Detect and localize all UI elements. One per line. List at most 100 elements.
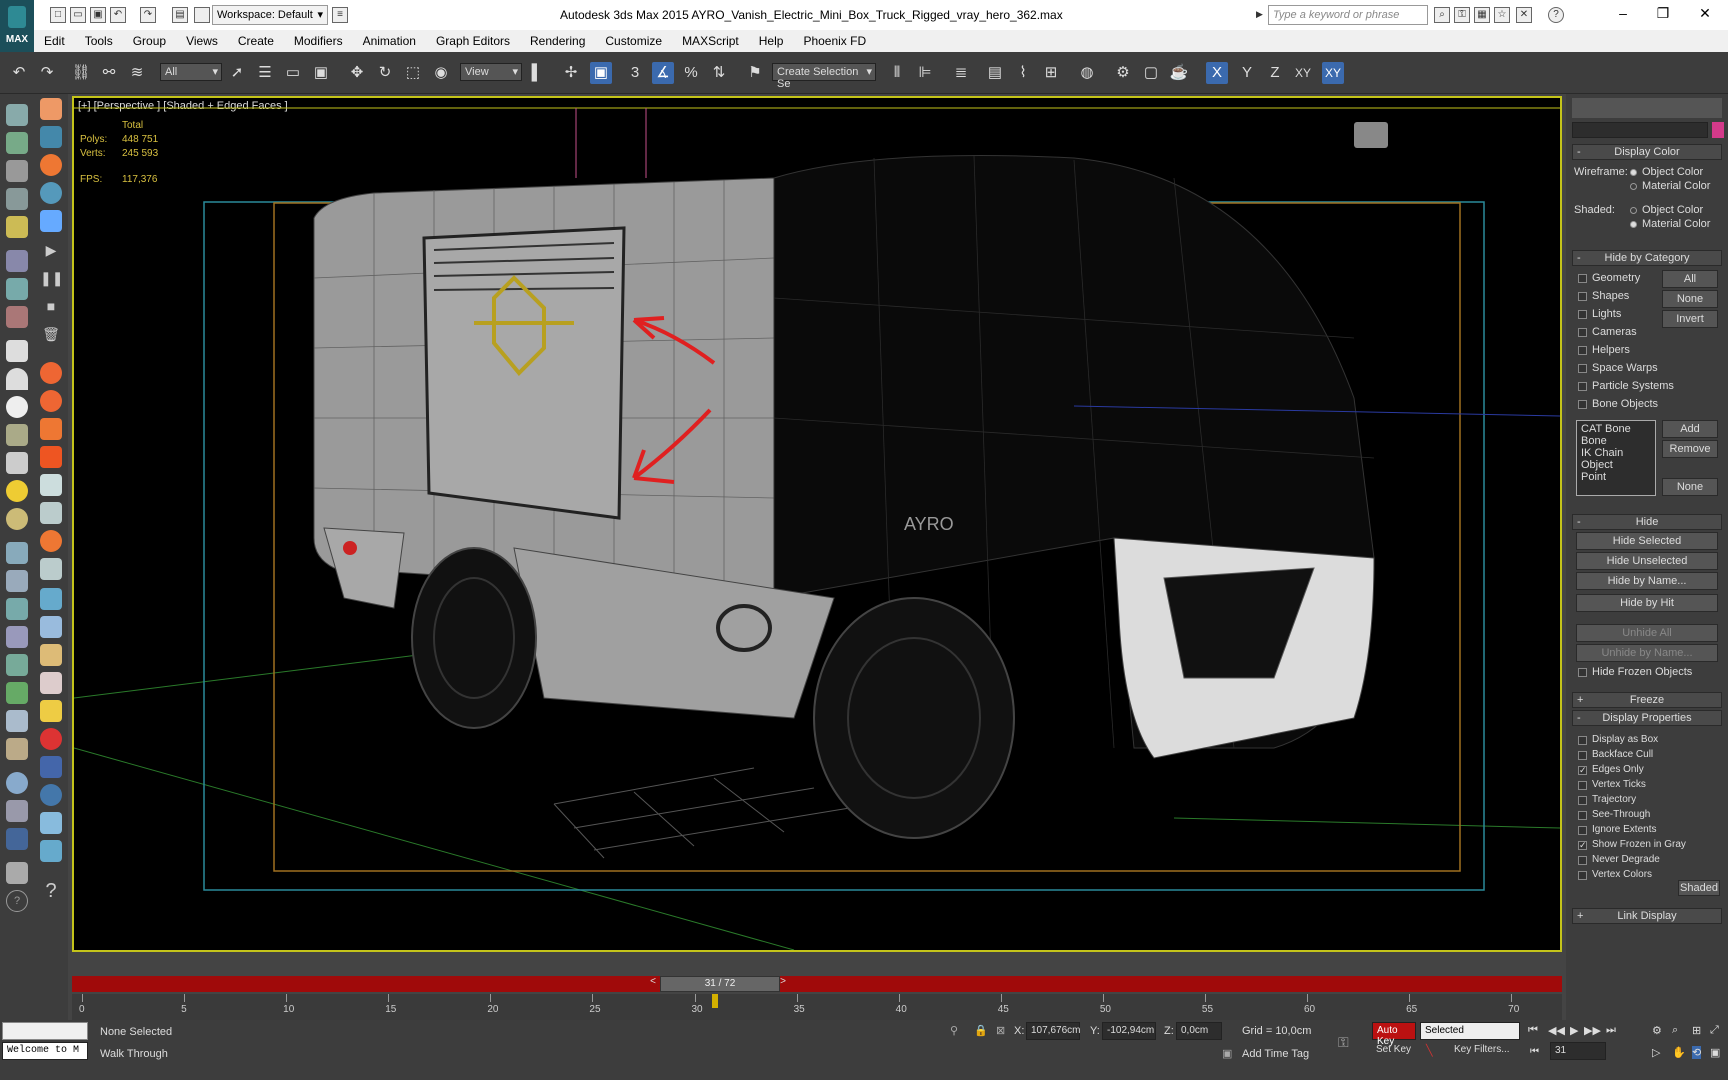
particles-icon[interactable] <box>40 210 62 232</box>
symmetry-icon[interactable] <box>6 654 28 676</box>
curve-editor-icon[interactable]: ⌇ <box>1012 62 1034 84</box>
ocean-icon[interactable] <box>40 784 62 806</box>
rendered-frame-window-icon[interactable]: ▢ <box>1140 62 1162 84</box>
search-arrow-icon[interactable]: ▶ <box>1256 9 1263 20</box>
filter-list[interactable]: CAT Bone Bone IK Chain Object Point <box>1576 420 1656 496</box>
wireframe-object-radio[interactable] <box>1630 169 1637 176</box>
plane-icon[interactable] <box>6 340 28 362</box>
smoke3-icon[interactable] <box>40 558 62 580</box>
unhide-all-button[interactable]: Unhide All <box>1576 624 1718 642</box>
selection-filter-dropdown[interactable]: All <box>160 63 222 81</box>
align-icon[interactable]: ⊫ <box>914 62 936 84</box>
current-frame-field[interactable]: 31 <box>1550 1042 1606 1060</box>
ik-icon[interactable] <box>6 250 28 272</box>
bones-icon[interactable] <box>6 306 28 328</box>
cone-icon[interactable] <box>6 452 28 474</box>
flame-icon[interactable] <box>40 154 62 176</box>
cat-lights-checkbox[interactable] <box>1578 310 1587 319</box>
goto-start-icon[interactable]: ⏮ <box>1528 1024 1538 1037</box>
rollout-freeze[interactable]: + Freeze <box>1572 692 1722 708</box>
fire5-icon[interactable] <box>40 446 62 468</box>
modifier-icon[interactable] <box>6 626 28 648</box>
subscription-icon[interactable]: ▦ <box>1474 7 1490 23</box>
mirror-icon[interactable]: ⫴ <box>886 62 908 84</box>
rollout-link-display[interactable]: + Link Display <box>1572 908 1722 924</box>
cat-invert-button[interactable]: Invert <box>1662 310 1718 328</box>
display-prop-checkbox[interactable]: ✓ <box>1578 766 1587 775</box>
key-filters-button[interactable]: Key Filters... <box>1454 1044 1510 1055</box>
display-prop-checkbox[interactable] <box>1578 736 1587 745</box>
layer-explorer-icon[interactable]: ≣ <box>950 62 972 84</box>
play-animation-icon[interactable]: ▶ <box>1570 1024 1578 1037</box>
menu-tools[interactable]: Tools <box>75 30 123 48</box>
play-icon[interactable]: ▶ <box>40 242 62 264</box>
project-folder-icon[interactable]: ▤ <box>172 7 188 23</box>
bind-space-warp-icon[interactable]: ≋ <box>126 62 148 84</box>
goto-end-icon[interactable]: ⏭ <box>1606 1024 1616 1037</box>
layers-icon[interactable] <box>6 160 28 182</box>
open-icon[interactable]: ▭ <box>70 7 86 23</box>
fire-icon[interactable] <box>40 98 62 120</box>
menu-customize[interactable]: Customize <box>595 30 672 48</box>
menu-maxscript[interactable]: MAXScript <box>672 30 749 48</box>
next-frame-icon[interactable]: > <box>776 976 790 992</box>
new-icon[interactable]: □ <box>50 7 66 23</box>
display-prop-checkbox[interactable] <box>1578 796 1587 805</box>
hide-unselected-button[interactable]: Hide Unselected <box>1576 552 1718 570</box>
selection-key-dropdown[interactable]: Selected <box>1420 1022 1520 1040</box>
prev-frame-icon[interactable]: < <box>646 976 660 992</box>
close-icon[interactable]: ✕ <box>1690 5 1720 25</box>
fire2-icon[interactable] <box>40 362 62 384</box>
unhide-by-name-button[interactable]: Unhide by Name... <box>1576 644 1718 662</box>
select-object-icon[interactable]: ➚ <box>226 62 248 84</box>
cat-helpers-checkbox[interactable] <box>1578 346 1587 355</box>
display-prop-checkbox[interactable] <box>1578 781 1587 790</box>
named-selection-set-dropdown[interactable]: Create Selection Se <box>772 63 876 90</box>
hemisphere-icon[interactable] <box>6 368 28 390</box>
place-icon[interactable]: ◉ <box>430 62 452 84</box>
info-icon[interactable]: ? <box>6 890 28 912</box>
app-logo[interactable]: MAX <box>0 0 34 52</box>
axis-z-button[interactable]: Z <box>1264 62 1286 84</box>
hide-selected-button[interactable]: Hide Selected <box>1576 532 1718 550</box>
display-prop-checkbox[interactable]: ✓ <box>1578 841 1587 850</box>
time-bar[interactable] <box>72 976 1562 992</box>
exchange-icon[interactable]: ✕ <box>1516 7 1532 23</box>
manipulate-icon[interactable]: ✢ <box>560 62 582 84</box>
hide-frozen-checkbox[interactable] <box>1578 668 1587 677</box>
teapot-icon[interactable] <box>6 104 28 126</box>
redo-arrow-icon[interactable]: ↷ <box>36 62 58 84</box>
move-icon[interactable]: ✥ <box>346 62 368 84</box>
bend-icon[interactable] <box>6 598 28 620</box>
save-icon[interactable]: ▣ <box>90 7 106 23</box>
rollout-display-color[interactable]: - Display Color <box>1572 144 1722 160</box>
set-key-icon[interactable]: ⚿ <box>1338 1034 1349 1051</box>
redo-icon[interactable]: ↷ <box>140 7 156 23</box>
display-prop-checkbox[interactable] <box>1578 826 1587 835</box>
undo-icon[interactable]: ↶ <box>110 7 126 23</box>
list-none-button[interactable]: None <box>1662 478 1718 496</box>
favorites-icon[interactable]: ☆ <box>1494 7 1510 23</box>
vfb-icon[interactable] <box>6 828 28 850</box>
zoom-all-icon[interactable]: ⊞ <box>1692 1024 1701 1037</box>
workspace-menu-icon[interactable]: ≡ <box>332 7 348 23</box>
menu-edit[interactable]: Edit <box>34 30 75 48</box>
toggle-ribbon-icon[interactable]: ▤ <box>984 62 1006 84</box>
key-icon[interactable]: ⚿ <box>1454 7 1470 23</box>
key-mode-toggle-icon[interactable]: ⏮ <box>1530 1046 1539 1057</box>
smoke2-icon[interactable] <box>40 502 62 524</box>
x-coordinate-field[interactable]: 107,676cm <box>1026 1022 1080 1040</box>
vertex-colors-shaded-button[interactable]: Shaded <box>1678 880 1720 896</box>
cat-geometry-checkbox[interactable] <box>1578 274 1587 283</box>
viewcube-icon[interactable] <box>1354 122 1388 148</box>
question-icon[interactable]: ? <box>40 880 62 902</box>
script-icon[interactable] <box>6 862 28 884</box>
percent-snap-icon[interactable]: % <box>680 62 702 84</box>
red-sphere-icon[interactable] <box>40 728 62 750</box>
snaps-toggle-icon[interactable]: 3 <box>624 62 646 84</box>
rollout-display-properties[interactable]: - Display Properties <box>1572 710 1722 726</box>
keyboard-shortcut-icon[interactable]: ▣ <box>590 62 612 84</box>
absolute-mode-icon[interactable]: ⊠ <box>996 1024 1005 1037</box>
binoculars-icon[interactable]: ⌕ <box>1434 7 1450 23</box>
cloth-icon[interactable] <box>6 738 28 760</box>
